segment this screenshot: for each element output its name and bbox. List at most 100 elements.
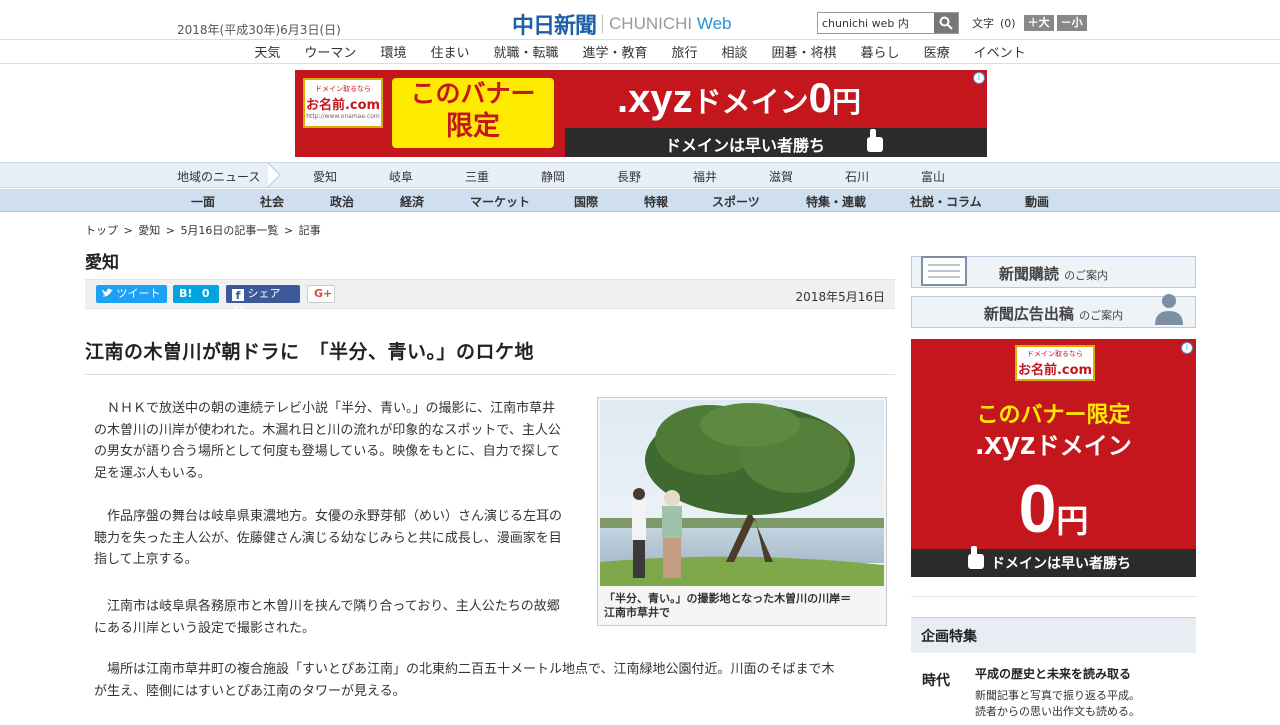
subscribe-label: 新聞購読 のご案内: [998, 265, 1109, 283]
sec-politics[interactable]: 政治: [330, 193, 354, 210]
cat-environment[interactable]: 環境: [368, 42, 418, 61]
article-paragraph-2-cont: 聴力を失った主人公が、佐藤健さん演じる幼なじみらと共に成長し、漫画家を目 指して…: [94, 530, 562, 568]
region-shiga[interactable]: 滋賀: [769, 168, 793, 185]
share-count: 30: [232, 305, 246, 318]
thumbs-up-icon: [867, 129, 883, 152]
sec-tokuho[interactable]: 特報: [644, 193, 668, 210]
article-paragraph-4: 場所は江南市草井町の複合施設「すいとぴあ江南」の北東約二百五十メートル地点で、江…: [107, 662, 835, 677]
font-larger-button[interactable]: ＋大: [1023, 15, 1054, 31]
ad-subbar: ドメインは早い者勝ち: [565, 128, 987, 157]
sec-sports[interactable]: スポーツ: [712, 193, 760, 210]
tweet-label: ツイート: [116, 287, 161, 300]
sec-video[interactable]: 動画: [1025, 193, 1049, 210]
ad-line1: このバナー: [410, 79, 536, 108]
cat-advice[interactable]: 相談: [710, 42, 760, 61]
ad-info-icon[interactable]: i: [1181, 342, 1193, 354]
sec-features[interactable]: 特集・連載: [806, 193, 866, 210]
side-ad-subbar: ドメインは早い者勝ち: [911, 546, 1196, 577]
ad-placement-button[interactable]: 新聞広告出稿 のご案内: [911, 294, 1196, 328]
region-mie[interactable]: 三重: [465, 168, 489, 185]
publish-date: 2018年5月16日: [795, 290, 885, 304]
ad-headline: .xyzドメイン0円: [617, 74, 861, 121]
sec-economy[interactable]: 経済: [400, 193, 424, 210]
crumb-aichi[interactable]: 愛知: [138, 224, 160, 237]
ad-brand: お名前.com: [305, 98, 381, 113]
side-ad-brand-small: ドメイン取るなら: [1027, 350, 1083, 358]
article-paragraph-1: ＮＨＫで放送中の朝の連続テレビ小説「半分、青い。」の撮影に、江南市草井: [107, 401, 556, 416]
crumb-top[interactable]: トップ: [85, 224, 118, 237]
region-nagano[interactable]: 長野: [617, 168, 641, 185]
chevron-right-icon: [267, 163, 281, 187]
article-paragraph-1-cont: の木曽川の川岸が使われた。木漏れ日と川の流れが印象的なスポットで、主人公 の男女…: [94, 422, 561, 481]
article-paragraph-4-cont: が生え、陸側にはすいとぴあ江南のタワーが見える。: [94, 683, 406, 699]
region-fukui[interactable]: 福井: [693, 168, 717, 185]
sec-front[interactable]: 一面: [191, 193, 215, 210]
current-date: 2018年(平成30年)6月3日(日): [177, 23, 341, 37]
category-nav: 天気 ウーマン 環境 住まい 就職・転職 進学・教育 旅行 相談 囲碁・将棋 暮…: [0, 40, 1280, 64]
thumbs-up-icon: [968, 546, 984, 569]
page-title: 愛知: [85, 253, 119, 273]
gplus-button[interactable]: G+: [307, 285, 335, 303]
heisei-logo: 時代: [922, 673, 950, 689]
cat-housing[interactable]: 住まい: [418, 42, 481, 61]
banner-ad-top[interactable]: ドメイン取るなら お名前.com http://www.onamae.com こ…: [295, 70, 987, 157]
banner-ad-side[interactable]: ドメイン取るなら お名前.com このバナー限定 .xyzドメイン 0円 ドメイ…: [911, 339, 1196, 577]
hatena-count: 0: [201, 287, 210, 300]
font-smaller-button[interactable]: －小: [1056, 15, 1087, 31]
facebook-share-button[interactable]: f シェア 30: [226, 285, 300, 318]
cat-jobs[interactable]: 就職・転職: [481, 42, 570, 61]
heisei-desc-1: 新聞記事と写真で振り返る平成。: [975, 689, 1140, 702]
tweet-button[interactable]: ツイート: [96, 285, 167, 303]
article-paragraph-2: 作品序盤の舞台は岐阜県東濃地方。女優の永野芽郁（めい）さん演じる左耳の: [107, 509, 563, 524]
search-input[interactable]: [818, 13, 934, 33]
sec-market[interactable]: マーケット: [470, 193, 530, 210]
crumb-article: 記事: [298, 224, 321, 237]
cat-living[interactable]: 暮らし: [849, 42, 912, 61]
sec-society[interactable]: 社会: [260, 193, 284, 210]
region-shizuoka[interactable]: 静岡: [541, 168, 565, 185]
side-ad-brand: お名前.com: [1017, 363, 1093, 378]
sec-editorials[interactable]: 社説・コラム: [910, 193, 982, 210]
ad-brand-box: ドメイン取るなら お名前.com http://www.onamae.com: [303, 78, 383, 128]
river-photo-image: [600, 400, 884, 586]
heisei-title[interactable]: 平成の歴史と未来を読み取る: [975, 665, 1131, 682]
share-label: シェア: [247, 287, 281, 300]
cat-weather[interactable]: 天気: [242, 42, 292, 61]
site-logo[interactable]: 中日新聞 CHUNICHI Web: [512, 8, 732, 40]
article-paragraph-3: 江南市は岐阜県各務原市と木曽川を挟んで隣り合っており、主人公たちの故郷: [107, 599, 560, 614]
cat-education[interactable]: 進学・教育: [570, 42, 659, 61]
logo-english: CHUNICHI Web: [609, 14, 732, 33]
search-button[interactable]: [934, 13, 958, 33]
cat-woman[interactable]: ウーマン: [292, 42, 368, 61]
crumb-sep: >: [123, 224, 133, 237]
ad-info-icon[interactable]: i: [973, 72, 985, 84]
cat-igo-shogi[interactable]: 囲碁・将棋: [760, 42, 849, 61]
social-bar: ツイート B! 0 f シェア 30 G+ 2018年5月16日: [85, 279, 895, 318]
cat-events[interactable]: イベント: [962, 42, 1038, 61]
twitter-icon: [102, 288, 113, 297]
region-ishikawa[interactable]: 石川: [845, 168, 869, 185]
person-icon: [1155, 294, 1183, 325]
subscribe-button[interactable]: 新聞購読 のご案内: [911, 256, 1196, 288]
side-ad-headline: .xyzドメイン: [975, 425, 1132, 461]
sec-international[interactable]: 国際: [574, 193, 598, 210]
site-search: [817, 12, 959, 34]
crumb-day-list[interactable]: 5月16日の記事一覧: [180, 224, 278, 237]
hatena-button[interactable]: B! 0: [173, 285, 219, 303]
cat-travel[interactable]: 旅行: [660, 42, 710, 61]
facebook-icon: f: [232, 289, 244, 302]
cat-medical[interactable]: 医療: [912, 42, 962, 61]
region-aichi[interactable]: 愛知: [313, 168, 337, 185]
feature-heisei[interactable]: 時代 平成の歴史と未来を読み取る 新聞記事と写真で振り返る平成。 読者からの思い…: [911, 660, 1196, 725]
region-nav-label: 地域のニュース: [177, 170, 261, 184]
heisei-desc-2: 読者からの思い出作文も読める。: [975, 705, 1140, 718]
crumb-sep: >: [165, 224, 175, 237]
font-size-value: (0): [1000, 16, 1016, 30]
region-gifu[interactable]: 岐阜: [389, 168, 413, 185]
ad-badge: このバナー 限定: [392, 78, 554, 148]
hatena-icon: B!: [179, 287, 193, 300]
feature-header: 企画特集: [911, 617, 1196, 653]
ad-sub: ドメインは早い者勝ち: [665, 136, 826, 155]
region-toyama[interactable]: 富山: [921, 168, 945, 185]
photo-caption: 「半分、青い。」の撮影地となった木曽川の川岸＝ 江南市草井で: [604, 592, 852, 619]
